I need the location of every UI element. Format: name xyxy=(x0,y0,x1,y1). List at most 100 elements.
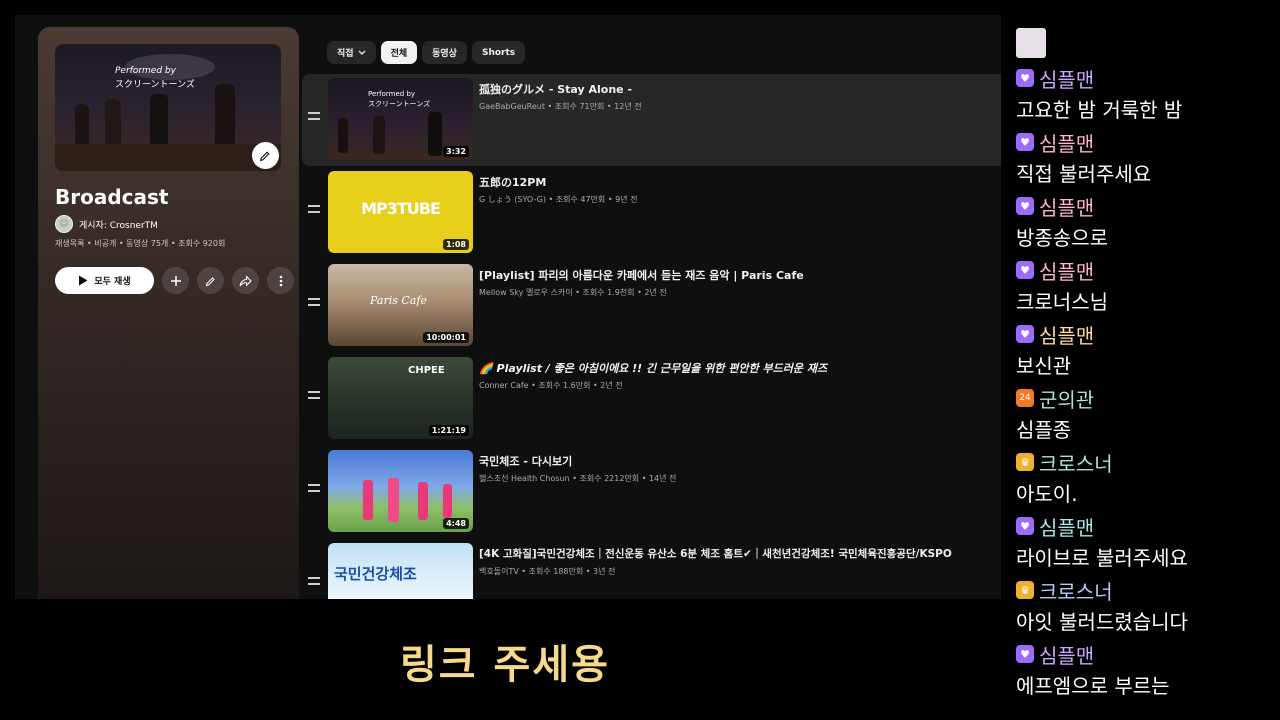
share-button[interactable] xyxy=(232,267,259,294)
video-title[interactable]: 孤独のグルメ - Stay Alone - xyxy=(479,81,632,97)
owner-name: 게시자: CrosnerTM xyxy=(79,220,158,231)
chip-sort[interactable]: 직접 xyxy=(327,41,376,64)
chat-username[interactable]: 심플맨 xyxy=(1039,320,1094,349)
play-icon xyxy=(79,275,88,286)
video-thumbnail[interactable]: Paris Cafe 10:00:01 xyxy=(328,264,473,346)
list-item[interactable]: CHPEE 1:21:19 🌈 Playlist / 좋은 아침이에요 !! 긴… xyxy=(302,353,1001,445)
drag-handle-icon[interactable] xyxy=(308,112,322,122)
video-meta: Mellow Sky 멜로우 스카이 • 조회수 1.9천회 • 2년 전 xyxy=(479,288,667,297)
gift-badge-icon: 24 xyxy=(1016,389,1034,407)
drag-handle-icon[interactable] xyxy=(308,391,322,401)
play-all-label: 모두 재생 xyxy=(94,277,131,287)
chat-username[interactable]: 심플맨 xyxy=(1039,64,1094,93)
video-duration: 1:08 xyxy=(443,239,469,250)
heart-badge-icon: ♥ xyxy=(1016,197,1034,215)
chat-text: 아도이. xyxy=(1016,482,1078,506)
video-title[interactable]: [Playlist] 파리의 아름다운 카페에서 듣는 재즈 음악 | Pari… xyxy=(479,267,804,283)
chat-message: ♛ 크로스너 아도이. xyxy=(1016,447,1113,511)
chat-username[interactable]: 심플맨 xyxy=(1039,640,1094,669)
video-title[interactable]: [4K 고화질]국민건강체조｜전신운동 유산소 6분 체조 홈트✔｜새천년건강체… xyxy=(479,546,952,561)
chat-message: ♥ 심플맨 고요한 밤 거룩한 밤 xyxy=(1016,63,1182,127)
chat-message: ♥ 심플맨 라이브로 불러주세요 xyxy=(1016,511,1188,575)
heart-badge-icon: ♥ xyxy=(1016,133,1034,151)
list-item[interactable]: Performed by スクリーントーンズ 3:32 孤独のグルメ - Sta… xyxy=(302,74,1001,166)
video-title[interactable]: 五郎の12PM xyxy=(479,174,546,190)
chat-username[interactable]: 심플맨 xyxy=(1039,512,1094,541)
chat-message: ♛ 크로스너 아잇 불러드렸습니다 xyxy=(1016,575,1188,639)
video-thumbnail[interactable]: 4:48 xyxy=(328,450,473,532)
youtube-playlist-view: Performed by スクリーントーンズ Broadcast ☺ 게시자: … xyxy=(15,15,1001,599)
playlist-meta: 재생목록 • 비공개 • 동영상 75개 • 조회수 920회 xyxy=(55,239,226,248)
heart-badge-icon: ♥ xyxy=(1016,325,1034,343)
video-duration: 10:00:01 xyxy=(423,332,469,343)
add-button[interactable] xyxy=(162,267,189,294)
chat-message: ♥ 심플맨 에프엠으로 부르는 xyxy=(1016,639,1170,703)
drag-handle-icon[interactable] xyxy=(308,484,322,494)
edit-thumbnail-button[interactable] xyxy=(252,142,279,169)
edit-button[interactable] xyxy=(197,267,224,294)
list-item[interactable]: 4:48 국민체조 - 다시보기 헬스조선 Health Chosun • 조회… xyxy=(302,446,1001,538)
video-title[interactable]: 🌈 Playlist / 좋은 아침이에요 !! 긴 근무일을 위한 편안한 부… xyxy=(479,360,827,376)
playlist-thumbnail[interactable]: Performed by スクリーントーンズ xyxy=(55,44,281,171)
playlist-owner[interactable]: ☺ 게시자: CrosnerTM xyxy=(55,215,158,233)
video-duration: 3:32 xyxy=(443,146,469,157)
video-meta: Conner Cafe • 조회수 1.6만회 • 2년 전 xyxy=(479,381,623,390)
more-vert-icon xyxy=(279,275,282,286)
chat-text: 고요한 밤 거룩한 밤 xyxy=(1016,98,1183,122)
chat-text: 방종송으로 xyxy=(1016,226,1108,250)
pencil-icon xyxy=(259,151,270,162)
chat-username[interactable]: 심플맨 xyxy=(1039,256,1094,285)
chat-username[interactable]: 크로스너 xyxy=(1039,448,1113,477)
chat-text: 직접 불러주세요 xyxy=(1016,162,1152,186)
list-item[interactable]: 국민건강체조 [4K 고화질]국민건강체조｜전신운동 유산소 6분 체조 홈트✔… xyxy=(302,539,1001,599)
chat-username[interactable]: 군의관 xyxy=(1039,384,1094,413)
chip-videos[interactable]: 동영상 xyxy=(422,41,467,64)
avatar: ☺ xyxy=(55,215,73,233)
thumbnail-overlay-text: Performed by xyxy=(115,66,176,76)
filter-chips: 직접 전체 동영상 Shorts xyxy=(327,41,526,64)
chat-text: 크로너스님 xyxy=(1016,290,1108,314)
thumbnail-text: 국민건강체조 xyxy=(334,565,417,583)
pencil-icon xyxy=(205,276,215,286)
video-duration: 4:48 xyxy=(443,518,469,529)
heart-badge-icon: ♥ xyxy=(1016,261,1034,279)
chat-username[interactable]: 심플맨 xyxy=(1039,128,1094,157)
chip-all[interactable]: 전체 xyxy=(380,41,418,64)
chat-message: ♥ 심플맨 크로너스님 xyxy=(1016,255,1108,319)
play-all-button[interactable]: 모두 재생 xyxy=(55,267,154,294)
video-thumbnail[interactable]: Performed by スクリーントーンズ 3:32 xyxy=(328,78,473,160)
video-thumbnail[interactable]: CHPEE 1:21:19 xyxy=(328,357,473,439)
chat-panel: ♥ 심플맨 고요한 밤 거룩한 밤 ♥ 심플맨 직접 불러주세요 ♥ 심플맨 방종송으… xyxy=(1012,0,1280,720)
chat-username[interactable]: 크로스너 xyxy=(1039,576,1113,605)
drag-handle-icon[interactable] xyxy=(308,577,322,587)
video-meta: G しょう (SYO-G) • 조회수 47만회 • 9년 전 xyxy=(479,195,638,204)
drag-handle-icon[interactable] xyxy=(308,205,322,215)
drag-handle-icon[interactable] xyxy=(308,298,322,308)
chip-label: 직접 xyxy=(337,49,354,59)
thumbnail-text: Paris Cafe xyxy=(370,294,427,307)
chat-message: ♥ 심플맨 직접 불러주세요 xyxy=(1016,127,1151,191)
chat-message: ♥ 심플맨 방종송으로 xyxy=(1016,191,1108,255)
heart-badge-icon: ♥ xyxy=(1016,69,1034,87)
chat-username[interactable]: 심플맨 xyxy=(1039,192,1094,221)
chat-message: ♥ 심플맨 보신관 xyxy=(1016,319,1094,383)
plus-icon xyxy=(170,275,181,286)
chat-text: 보신관 xyxy=(1016,354,1072,378)
video-title[interactable]: 국민체조 - 다시보기 xyxy=(479,453,572,469)
playlist-header-card: Performed by スクリーントーンズ Broadcast ☺ 게시자: … xyxy=(38,27,299,599)
video-duration: 1:21:19 xyxy=(428,425,469,436)
stream-caption: 링크 주세용 xyxy=(400,642,610,688)
thumbnail-overlay-text-2: スクリーントーンズ xyxy=(115,80,195,90)
list-item[interactable]: MP3TUBE 1:08 五郎の12PM G しょう (SYO-G) • 조회수… xyxy=(302,167,1001,259)
video-meta: 헬스조선 Health Chosun • 조회수 2212만회 • 14년 전 xyxy=(479,474,677,483)
chat-text: 에프엠으로 부르는 xyxy=(1016,674,1170,698)
chat-text: 아잇 불러드렸습니다 xyxy=(1016,610,1188,634)
video-thumbnail[interactable]: 국민건강체조 xyxy=(328,543,473,599)
more-button[interactable] xyxy=(267,267,294,294)
playlist-actions: 모두 재생 xyxy=(55,267,294,294)
crown-badge-icon: ♛ xyxy=(1016,581,1034,599)
video-thumbnail[interactable]: MP3TUBE 1:08 xyxy=(328,171,473,253)
list-item[interactable]: Paris Cafe 10:00:01 [Playlist] 파리의 아름다운 … xyxy=(302,260,1001,352)
chip-shorts[interactable]: Shorts xyxy=(471,41,526,64)
chat-message: 24 군의관 심플종 xyxy=(1016,383,1094,447)
